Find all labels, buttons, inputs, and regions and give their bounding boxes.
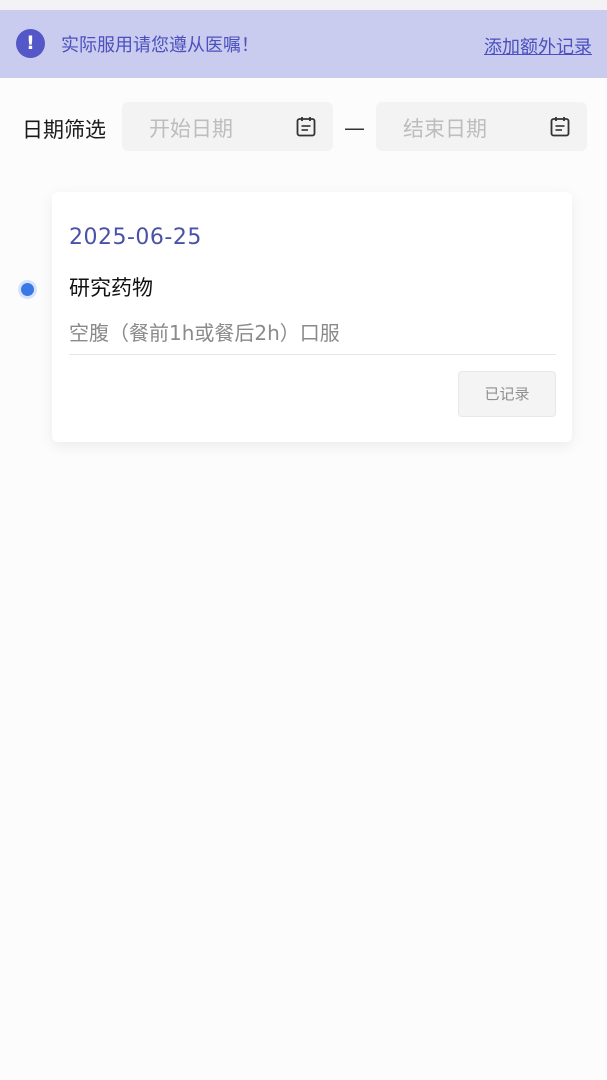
notice-bar: ! 实际服用请您遵从医嘱！ 添加额外记录 [0, 10, 607, 78]
start-date-input[interactable]: 开始日期 [122, 102, 333, 151]
status-strip [0, 0, 607, 10]
end-date-placeholder: 结束日期 [403, 117, 487, 141]
dosage-instruction: 空腹（餐前1h或餐后2h）口服 [69, 321, 340, 345]
calendar-icon [296, 117, 316, 137]
end-date-input[interactable]: 结束日期 [376, 102, 587, 151]
notice-text: 实际服用请您遵从医嘱！ [61, 35, 259, 56]
timeline-dot [21, 283, 34, 296]
recorded-button[interactable]: 已记录 [458, 371, 556, 417]
drug-name: 研究药物 [69, 276, 153, 300]
date-filter-label: 日期筛选 [22, 118, 106, 142]
calendar-icon [550, 117, 570, 137]
start-date-placeholder: 开始日期 [149, 117, 233, 141]
add-extra-record-link[interactable]: 添加额外记录 [484, 33, 592, 59]
medication-record-card: 2025-06-25 研究药物 空腹（餐前1h或餐后2h）口服 已记录 [52, 192, 572, 442]
date-range-separator: — [344, 116, 365, 140]
card-divider [69, 354, 556, 355]
exclamation-circle-icon: ! [16, 29, 45, 58]
record-date: 2025-06-25 [69, 225, 202, 250]
